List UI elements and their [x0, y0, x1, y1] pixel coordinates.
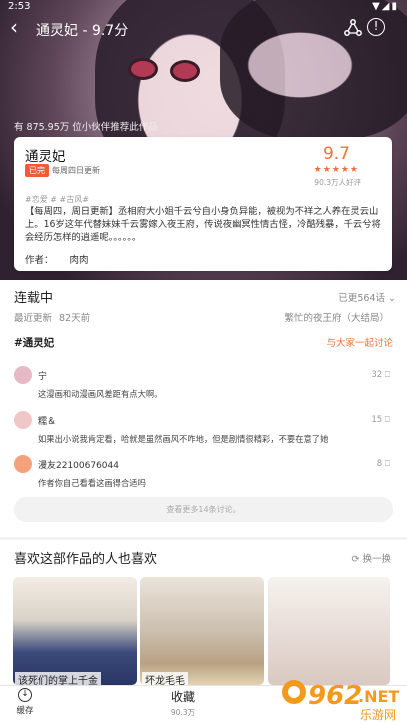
clock: 2:53 — [8, 1, 31, 12]
comment-text: 如果出小说我肯定看，哈就是虽然画风不咋地，但是剧情很精彩，不要在意了她 — [38, 434, 329, 444]
refresh-icon: ⟳ — [351, 554, 363, 565]
site-watermark-logo: 962 .NET 乐游网 — [282, 680, 399, 722]
shuffle-label: 换一换 — [362, 554, 391, 565]
like-count: 32 — [371, 370, 383, 380]
top-bar: ‹ 通灵妃 - 9.7分 ! — [0, 14, 407, 42]
status-badge: 已完 — [25, 164, 49, 177]
more-discussions-button[interactable]: 查看更多14条讨论。 — [14, 497, 393, 522]
recommendations-section: 喜欢这部作品的人也喜欢 ⟳ 换一换 该死们的掌上千金 坏龙毛毛 — [0, 540, 407, 685]
rating-stars: ★★★★★ — [313, 165, 359, 175]
discussion-hashtag[interactable]: #通灵妃 — [14, 335, 54, 350]
recommend-heat-text: 有 875.95万 位小伙伴推荐此作品 — [14, 122, 158, 133]
comment-user[interactable]: 漫友22100676044 — [38, 458, 119, 471]
recent-update-time: 82天前 — [59, 313, 91, 324]
thumb-up-icon: ⎕ — [382, 370, 390, 380]
latest-chapter-title[interactable]: 繁忙的夜王府（大结局） — [284, 310, 389, 324]
banner-eye-left — [128, 58, 158, 80]
like-button[interactable]: 32 ⎕ — [371, 370, 390, 380]
status-bar: 2:53 ▼◢▮ — [0, 0, 407, 14]
favorite-count: 90.3万 — [170, 708, 196, 717]
thumb-up-icon: ⎕ — [382, 415, 390, 425]
like-count: 15 — [371, 415, 383, 425]
shuffle-button[interactable]: ⟳ 换一换 — [352, 551, 392, 565]
download-icon: ↓ — [18, 688, 32, 702]
cache-button[interactable]: ↓ 缓存 — [10, 688, 40, 722]
favorite-label: 收藏 — [170, 690, 195, 704]
recommendation-title: 该死们的掌上千金 — [15, 672, 101, 685]
thumb-up-icon: ⎕ — [382, 459, 390, 469]
serial-status: 连载中 — [14, 291, 54, 306]
book-description: 【每周四，周日更新】丞相府大小姐千云兮自小身负异能，被视为不祥之人养在灵云山上。… — [25, 206, 381, 243]
watermark-suffix: .NET — [358, 687, 399, 706]
banner-eye-right — [170, 60, 200, 82]
share-icon[interactable] — [343, 18, 363, 38]
cache-label: 缓存 — [16, 706, 34, 716]
book-info-card: 通灵妃 已完 每周四日更新 9.7 ★★★★★ 90.3万人好评 #恋爱 # #… — [14, 137, 392, 271]
comment-text: 作者你自己看看这画得合适吗 — [38, 478, 146, 488]
avatar[interactable] — [14, 411, 32, 429]
recommendation-title: 坏龙毛毛 — [142, 672, 188, 685]
recommendation-cover[interactable]: 该死们的掌上千金 — [13, 577, 137, 685]
back-button[interactable]: ‹ — [10, 16, 30, 40]
watermark-brand: 962 — [308, 681, 362, 711]
genre-tags[interactable]: #恋爱 # #古风# — [25, 194, 89, 205]
author-line: 作者： 肉肉 — [25, 252, 89, 266]
join-discussion-link[interactable]: 与大家一起讨论 — [326, 335, 393, 349]
comment-user[interactable]: 糯＆ — [38, 414, 56, 427]
comment-text: 这漫画和动漫画风差距有点大啊。 — [38, 389, 163, 399]
recommendation-cover[interactable]: 坏龙毛毛 — [140, 577, 264, 685]
comment-user[interactable]: 宁 — [38, 369, 47, 382]
rating-count: 90.3万人好评 — [314, 178, 361, 187]
like-button[interactable]: 15 ⎕ — [371, 415, 390, 425]
author-label: 作者： — [25, 255, 54, 266]
comment-item[interactable]: 糯＆ 如果出小说我肯定看，哈就是虽然画风不咋地，但是剧情很精彩，不要在意了她 1… — [14, 411, 394, 453]
like-button[interactable]: 8 ⎕ — [377, 459, 390, 469]
chevron-down-icon: ⌄ — [385, 293, 396, 304]
recent-update-label: 最近更新 — [14, 313, 53, 324]
favorite-button[interactable]: 收藏 90.3万 — [140, 688, 226, 722]
chapter-count-link[interactable]: 已更564话 ⌄ — [338, 290, 396, 304]
recommendation-cover[interactable] — [268, 577, 390, 685]
avatar[interactable] — [14, 366, 32, 384]
book-title: 通灵妃 — [25, 149, 66, 165]
comment-item[interactable]: 宁 这漫画和动漫画风差距有点大啊。 32 ⎕ — [14, 366, 394, 408]
comment-item[interactable]: 漫友22100676044 作者你自己看看这画得合适吗 8 ⎕ — [14, 455, 394, 497]
chapter-count: 已更564话 — [338, 293, 386, 304]
page-title: 通灵妃 - 9.7分 — [36, 23, 129, 39]
author-name[interactable]: 肉肉 — [70, 255, 89, 266]
system-status-icons: ▼◢▮ — [372, 1, 399, 12]
avatar[interactable] — [14, 455, 32, 473]
watermark-cn: 乐游网 — [360, 708, 396, 722]
chapter-and-discussion-panel: 连载中 已更564话 ⌄ 最近更新 82天前 繁忙的夜王府（大结局） #通灵妃 … — [0, 280, 407, 537]
section-title: 喜欢这部作品的人也喜欢 — [14, 552, 158, 567]
info-icon[interactable]: ! — [367, 18, 385, 36]
update-schedule: 每周四日更新 — [52, 166, 100, 175]
rating-score: 9.7 — [322, 144, 350, 164]
